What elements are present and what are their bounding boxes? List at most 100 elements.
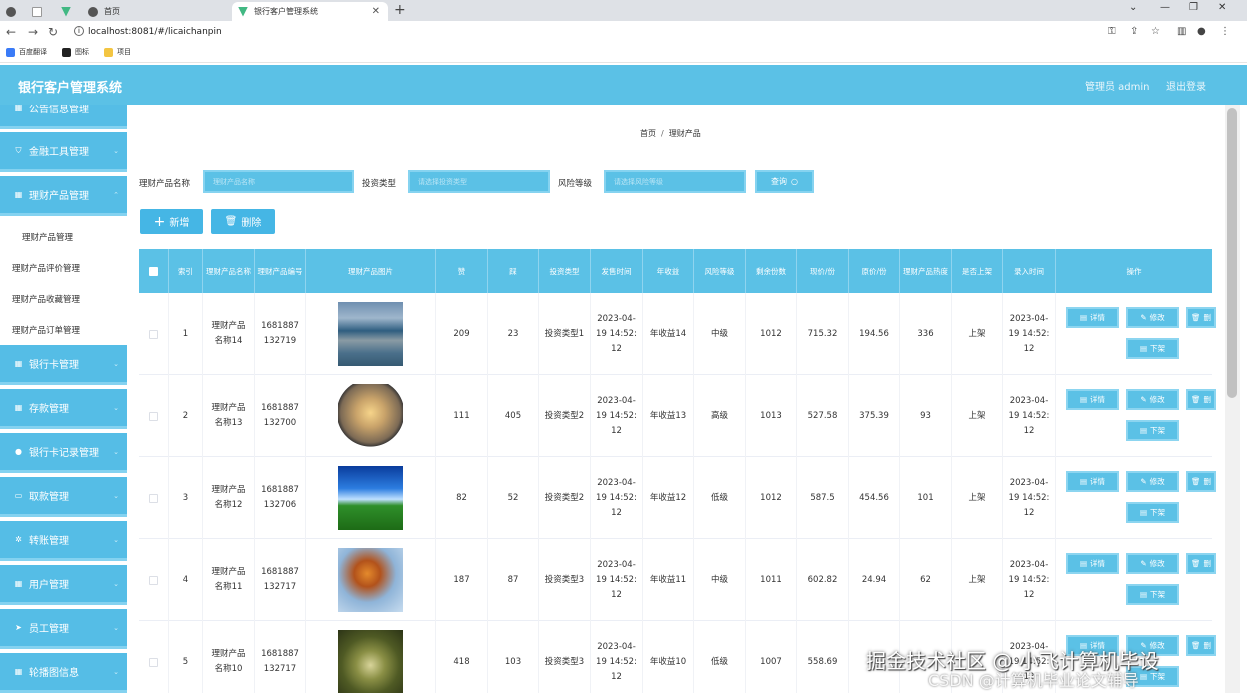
add-button[interactable]: + 新增 — [140, 209, 203, 234]
minimize-icon[interactable]: — — [1160, 2, 1170, 13]
chevron-down-icon: ⌄ — [113, 146, 119, 155]
edit-button[interactable]: ✎ 修改 — [1126, 471, 1179, 492]
new-tab-icon[interactable]: + — [394, 2, 406, 18]
row-delete-button[interactable]: 🗑 删 — [1186, 307, 1216, 328]
row-delete-button[interactable]: 🗑 删 — [1186, 553, 1216, 574]
sidebar-item-bank-card[interactable]: ▦ 银行卡管理 ⌄ — [0, 345, 127, 385]
breadcrumb: 首页 / 理财产品 — [640, 128, 701, 139]
row-checkbox[interactable] — [149, 575, 158, 585]
risk-search-label: 风险等级 — [558, 179, 593, 189]
profile-icon[interactable]: ● — [1197, 26, 1206, 37]
table-row[interactable]: 3 理财产品名称12 1681887132706 82 52 投资类型2 2023-04-1… — [139, 457, 1216, 539]
row-delete-button[interactable]: 🗑 删 — [1186, 389, 1216, 410]
sidebar-item-transfer[interactable]: ✲ 转账管理 ⌄ — [0, 521, 127, 561]
row-checkbox[interactable] — [149, 329, 158, 339]
risk-select[interactable]: 请选择风险等级 — [604, 170, 746, 193]
scrollbar-thumb[interactable] — [1227, 108, 1237, 398]
cell-on-shelf: 上架 — [952, 457, 1003, 539]
info-icon[interactable]: i — [74, 26, 84, 36]
table-row[interactable]: 4 理财产品名称11 1681887132717 187 87 投资类型3 2023-04-… — [139, 539, 1216, 621]
submenu-product-review[interactable]: 理财产品评价管理 — [0, 252, 127, 283]
forward-icon[interactable]: → — [28, 25, 38, 39]
row-checkbox[interactable] — [149, 493, 158, 503]
breadcrumb-home[interactable]: 首页 — [640, 129, 656, 138]
row-delete-icon: 🗑 — [1190, 477, 1201, 486]
detail-button[interactable]: ▤ 详情 — [1066, 307, 1119, 328]
table-row[interactable]: 1 理财产品名称14 1681887132719 209 23 投资类型1 2023-04-… — [139, 293, 1216, 375]
vue-logo-icon — [61, 6, 71, 17]
off-shelf-button[interactable]: ▤ 下架 — [1126, 502, 1179, 523]
bookmark-item[interactable]: 百度翻译 — [6, 47, 47, 57]
chevron-up-icon: ⌃ — [113, 190, 119, 199]
sidebar-item-wealth-products[interactable]: ▦ 理财产品管理 ⌃ — [0, 176, 127, 216]
query-button[interactable]: 查询 ○ — [755, 170, 814, 193]
browser-tab-active[interactable]: 银行客户管理系统 ✕ — [232, 2, 388, 21]
back-icon[interactable]: ← — [6, 25, 16, 39]
sidebar-item-finance-tools[interactable]: ⛉ 金融工具管理 ⌄ — [0, 132, 127, 172]
off-shelf-button[interactable]: ▤ 下架 — [1126, 338, 1179, 359]
sidebar-item-deposit[interactable]: ▦ 存款管理 ⌄ — [0, 389, 127, 429]
app-title: 银行客户管理系统 — [18, 81, 123, 96]
browser-tab-home[interactable]: 首页 — [82, 2, 232, 21]
browser-tab-2[interactable] — [26, 2, 48, 21]
cell-price: 587.5 — [797, 457, 849, 539]
logout-link[interactable]: 退出登录 — [1166, 78, 1206, 93]
browser-tab-1[interactable] — [0, 2, 22, 21]
row-delete-button[interactable]: 🗑 删 — [1186, 635, 1216, 656]
tab-search-icon[interactable]: ⌄ — [1129, 2, 1137, 13]
key-icon[interactable]: ⚿ — [1108, 26, 1116, 37]
trash-icon: 🗑 — [224, 216, 238, 227]
globe-icon — [88, 6, 98, 17]
table-row[interactable]: 2 理财产品名称13 1681887132700 111 405 投资类型2 2023-04… — [139, 375, 1216, 457]
browser-tab-3[interactable] — [55, 2, 77, 21]
detail-button[interactable]: ▤ 详情 — [1066, 553, 1119, 574]
submenu-product-manage[interactable]: 理财产品管理 — [0, 221, 127, 252]
bookmark-item[interactable]: 项目 — [104, 47, 131, 57]
edit-button[interactable]: ✎ 修改 — [1126, 553, 1179, 574]
sidebar: ▦ 公告信息管理 ⛉ 金融工具管理 ⌄ ▦ 理财产品管理 ⌃ 理财产品管理 理财产品评价管… — [0, 105, 127, 693]
detail-button[interactable]: ▤ 详情 — [1066, 471, 1119, 492]
detail-button[interactable]: ▤ 详情 — [1066, 389, 1119, 410]
type-select[interactable]: 请选择投资类型 — [408, 170, 550, 193]
column-header: 踩 — [488, 249, 539, 293]
row-delete-button[interactable]: 🗑 删 — [1186, 471, 1216, 492]
submenu-product-order[interactable]: 理财产品订单管理 — [0, 314, 127, 345]
select-all-checkbox[interactable] — [149, 266, 158, 276]
off-shelf-button[interactable]: ▤ 下架 — [1126, 420, 1179, 441]
cell-index: 4 — [169, 539, 203, 621]
column-header: 投资类型 — [539, 249, 591, 293]
reload-icon[interactable]: ↻ — [48, 25, 58, 39]
cell-price: 558.69 — [797, 621, 849, 693]
menu-dots-icon[interactable]: ⋮ — [1220, 26, 1230, 37]
cell-name: 理财产品名称12 — [203, 457, 255, 539]
row-delete-icon: 🗑 — [1190, 395, 1201, 404]
maximize-icon[interactable]: ❐ — [1189, 2, 1198, 13]
row-checkbox[interactable] — [149, 411, 158, 421]
column-header: 是否上架 — [952, 249, 1003, 293]
close-icon[interactable]: ✕ — [372, 6, 380, 17]
bookmark-item[interactable]: 图标 — [62, 47, 89, 57]
cell-remaining: 1007 — [746, 621, 797, 693]
row-checkbox[interactable] — [149, 657, 158, 667]
sidebar-item-users[interactable]: ▦ 用户管理 ⌄ — [0, 565, 127, 605]
sidebar-item-withdraw[interactable]: ▭ 取款管理 ⌄ — [0, 477, 127, 517]
cell-name: 理财产品名称11 — [203, 539, 255, 621]
share-icon[interactable]: ⇪ — [1130, 26, 1138, 37]
off-shelf-button[interactable]: ▤ 下架 — [1126, 584, 1179, 605]
sidebar-item-carousel[interactable]: ▦ 轮播图信息 ⌄ — [0, 653, 127, 693]
cell-name: 理财产品名称14 — [203, 293, 255, 375]
name-search-input[interactable]: 理财产品名称 — [203, 170, 354, 193]
window-close-icon[interactable]: ✕ — [1218, 2, 1226, 13]
cell-code: 1681887132717 — [255, 621, 306, 693]
star-icon[interactable]: ☆ — [1151, 26, 1160, 37]
delete-button[interactable]: 🗑 删除 — [211, 209, 275, 234]
url-field[interactable]: i localhost:8081/#/licaichanpin — [70, 24, 1155, 40]
sidebar-item-card-records[interactable]: ● 银行卡记录管理 ⌄ — [0, 433, 127, 473]
edit-button[interactable]: ✎ 修改 — [1126, 307, 1179, 328]
sidebar-item-staff[interactable]: ➤ 员工管理 ⌄ — [0, 609, 127, 649]
blank-page-icon — [32, 6, 42, 17]
sidebar-item-notice[interactable]: ▦ 公告信息管理 — [0, 105, 127, 129]
edit-button[interactable]: ✎ 修改 — [1126, 389, 1179, 410]
submenu-product-favorite[interactable]: 理财产品收藏管理 — [0, 283, 127, 314]
sidepanel-icon[interactable]: ▥ — [1177, 26, 1186, 37]
